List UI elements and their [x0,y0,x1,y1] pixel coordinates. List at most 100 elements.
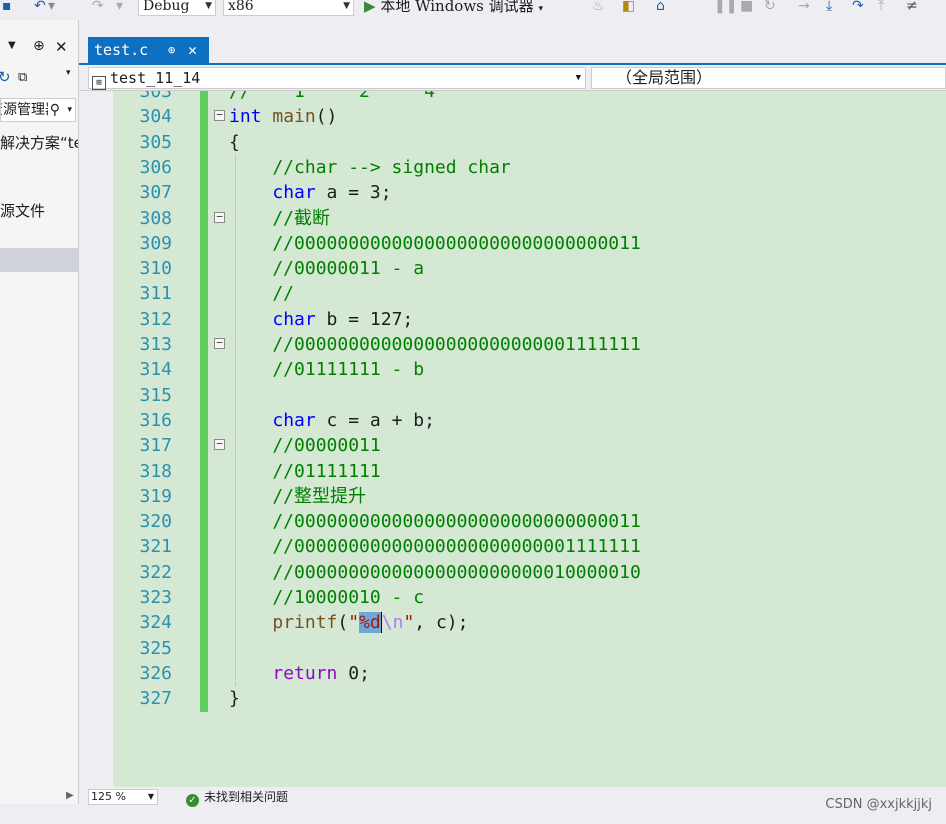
code-editor[interactable]: 303// 1 2 4 304− int main() 305{306 //char … [88,91,946,787]
tree-item[interactable]: 源文件 [0,200,45,221]
code-line[interactable]: 327} [88,686,946,711]
code-line[interactable]: 316 char c = a + b; [88,408,946,433]
dropdown-arrow-icon: ▾ [67,99,72,121]
run-label: 本地 Windows 调试器 [380,0,534,15]
line-number: 325 [139,637,172,659]
collapse-icon[interactable]: − [214,211,225,223]
show-next-statement-icon[interactable]: → [798,0,810,15]
code-line[interactable]: 322 //00000000000000000000000010000010 [88,560,946,585]
line-number: 318 [139,460,172,482]
code-line[interactable]: 314 //01111111 - b [88,357,946,382]
code-line[interactable]: 303 // 1 2 4 [88,91,946,104]
sync-icon[interactable]: ↻ [0,68,11,86]
code-text: //00000000000000000000000000000011 [229,231,640,256]
code-line[interactable]: 313 − //00000000000000000000000001111111 [88,332,946,357]
search-input[interactable]: 搜索解决方案资源管理器 ⚲ ▾ [0,98,76,122]
step-out-icon[interactable]: ⤒ [878,0,884,15]
code-text: printf("%d\n", c); [229,610,468,635]
collapse-icon[interactable]: − [214,109,225,122]
collapse-icon[interactable]: − [214,337,225,349]
save-icon[interactable]: ▪ [2,0,12,15]
navigation-bar: ⊞ test_11_14 ▼ （全局范围） [79,65,946,91]
close-icon[interactable]: ✕ [188,37,197,63]
code-line[interactable]: 310 //00000011 - a [88,256,946,281]
code-text: { [229,130,240,155]
code-line[interactable]: 309 //00000000000000000000000000000011 [88,231,946,256]
config-dropdown[interactable]: Debug ▼ [138,0,216,16]
find-icon[interactable]: ◧ [622,0,635,15]
code-line[interactable]: 324 printf("%d\n", c); [88,610,946,635]
code-line[interactable]: 307 char a = 3; [88,180,946,205]
code-line[interactable]: 318 //01111111 [88,459,946,484]
code-text: char a = 3; [229,180,391,205]
pin-icon[interactable]: ⊕ [33,38,45,54]
overflow-icon[interactable]: ▾ [66,68,71,78]
code-token: return [272,662,338,684]
dropdown-arrow-icon: ▼ [343,1,350,11]
step-over-icon[interactable]: ↷ [852,0,864,15]
code-line[interactable]: 317 − //00000011 [88,433,946,458]
code-line[interactable]: 312 char b = 127; [88,307,946,332]
scroll-right-icon[interactable]: ▶ [66,790,74,801]
search-icon: ⚲ [47,99,60,121]
code-text: //01111111 [229,459,380,484]
line-number: 306 [139,156,172,178]
pin-icon[interactable]: ⊕ [168,37,175,63]
code-token: //00000000000000000000000001111111 [229,334,641,355]
code-token: //01111111 - b [229,359,425,381]
collapse-icon[interactable]: ⧉ [18,70,27,85]
code-token: //00000000000000000000000001111111 [229,536,641,558]
flame-icon[interactable]: ♨ [592,0,605,15]
stop-icon[interactable]: ■ [740,0,753,15]
format-icon[interactable]: ≠ [906,0,918,15]
code-line[interactable]: 311 // [88,281,946,306]
code-line[interactable]: 326 return 0; [88,661,946,686]
platform-dropdown[interactable]: x86 ▼ [223,0,354,16]
code-text: //00000011 - a [229,256,424,281]
dropdown-arrow-icon[interactable]: ▼ [8,40,16,51]
issues-indicator[interactable]: ✓ 未找到相关问题 [186,789,288,807]
line-number: 311 [139,283,172,305]
code-line[interactable]: 320 //00000000000000000000000000000011 [88,509,946,534]
code-line[interactable]: 308 − //截断 [88,206,946,231]
code-token: " [348,612,360,634]
line-number: 313 [139,334,172,355]
redo-icon[interactable]: ↷ [92,0,104,15]
restart-icon[interactable]: ↻ [764,0,776,15]
undo-dropdown-icon[interactable]: ▾ [48,0,55,15]
code-line[interactable]: 325 [88,636,946,661]
indent-guide [235,154,236,687]
project-scope-dropdown[interactable]: ⊞ test_11_14 ▼ [88,67,586,90]
member-scope-dropdown[interactable]: （全局范围） [591,67,946,89]
zoom-dropdown[interactable]: 125 % ▼ [88,789,158,805]
code-text: char b = 127; [229,307,413,332]
zoom-value: 125 % [91,790,126,803]
code-line[interactable]: 323 //10000010 - c [88,585,946,610]
collapse-icon[interactable]: − [214,438,225,451]
close-icon[interactable]: ✕ [55,38,68,56]
code-line[interactable]: 304 − int main() [88,104,946,129]
code-text: //00000000000000000000000010000010 [229,560,640,585]
redo-dropdown-icon[interactable]: ▾ [116,0,123,15]
home-icon[interactable]: ⌂ [656,0,665,15]
selected-tree-row[interactable] [0,248,78,272]
code-token: main [272,106,316,128]
tab-test-c[interactable]: test.c ⊕ ✕ [88,37,209,63]
code-text: //10000010 - c [229,585,424,610]
undo-icon[interactable]: ↶ [34,0,46,15]
step-into-icon[interactable]: ⤓ [826,0,832,15]
code-line[interactable]: 306 //char --> signed char [88,155,946,180]
code-line[interactable]: 319 //整型提升 [88,484,946,509]
code-line[interactable]: 321 //00000000000000000000000001111111 [88,534,946,559]
config-value: Debug [143,0,190,14]
code-text: return 0; [229,661,370,686]
code-line[interactable]: 305 { [88,130,946,155]
pause-icon[interactable]: ❚❚ [714,0,737,15]
solution-node[interactable]: 解决方案“test_11_14” [0,132,78,153]
code-token: c = a + b; [315,409,435,431]
code-line[interactable]: 315 [88,383,946,408]
line-number: 322 [139,561,172,583]
line-number: 310 [139,258,172,280]
run-debugger-button[interactable]: ▶ 本地 Windows 调试器 ▾ [364,0,543,19]
dropdown-arrow-icon: ▼ [147,792,154,801]
